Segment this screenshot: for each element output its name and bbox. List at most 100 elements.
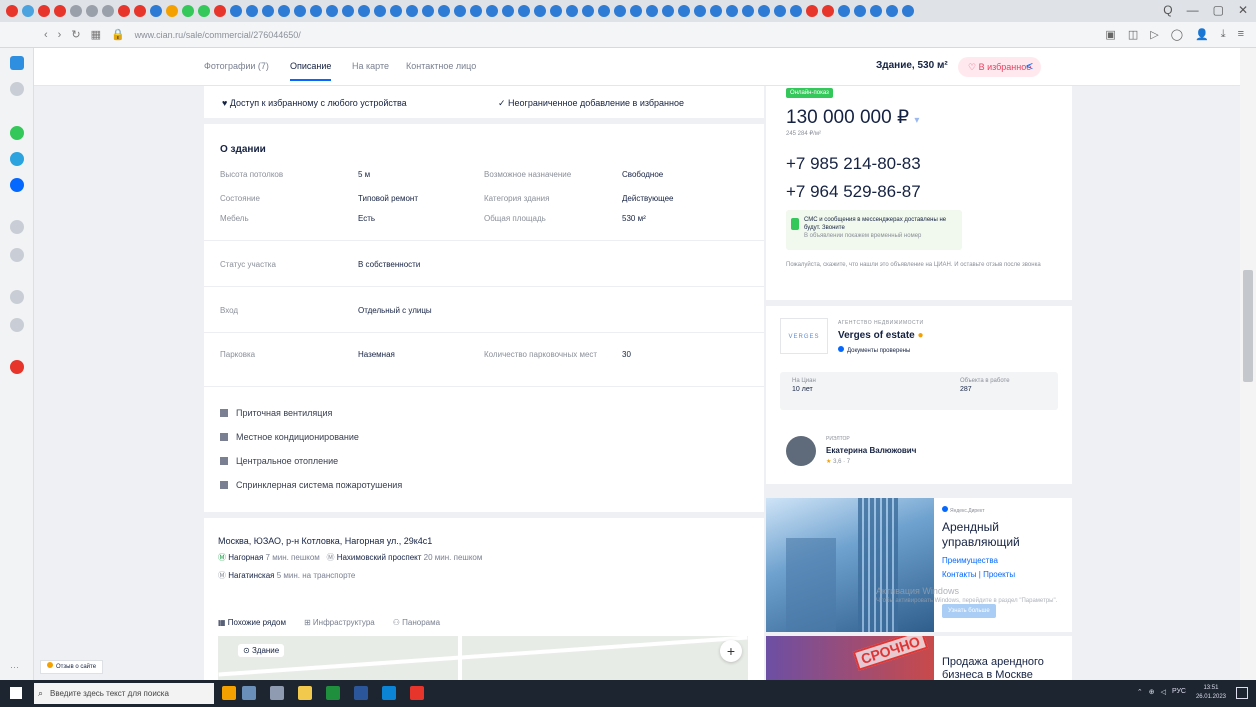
- tab-icon[interactable]: [486, 5, 498, 17]
- search-tabs-icon[interactable]: Q: [1163, 3, 1172, 17]
- tab-icon[interactable]: [150, 5, 162, 17]
- tab-icon[interactable]: [790, 5, 802, 17]
- tab-icon[interactable]: [326, 5, 338, 17]
- forward-icon[interactable]: ›: [58, 29, 62, 41]
- zoom-in-button[interactable]: +: [720, 640, 742, 662]
- taskbar-search[interactable]: ⌕ Введите здесь текст для поиска: [34, 683, 214, 704]
- sidebar-history-icon[interactable]: [10, 290, 24, 304]
- cortana-icon[interactable]: [242, 686, 256, 700]
- chevron-up-icon[interactable]: ⌃: [1137, 688, 1143, 696]
- tab-icon[interactable]: [758, 5, 770, 17]
- menu-icon[interactable]: ≡: [1238, 28, 1244, 41]
- agency-logo[interactable]: VERGES: [780, 318, 828, 354]
- tab-icon[interactable]: [598, 5, 610, 17]
- tab-map[interactable]: На карте: [352, 61, 389, 71]
- snapshot-icon[interactable]: ◫: [1128, 28, 1138, 41]
- download-icon[interactable]: ⤓: [1221, 28, 1226, 41]
- tab-icon[interactable]: [70, 5, 82, 17]
- ad-banner[interactable]: СРОЧНО Продажа арендного бизнеса в Москв…: [766, 636, 1072, 680]
- word-icon[interactable]: [354, 686, 368, 700]
- tab-icon[interactable]: [742, 5, 754, 17]
- weather-icon[interactable]: [222, 686, 236, 700]
- more-icon[interactable]: ···: [10, 662, 19, 672]
- file-explorer-icon[interactable]: [298, 686, 312, 700]
- ad-title[interactable]: Продажа арендного бизнеса в Москве: [942, 656, 1070, 680]
- tab-infrastructure[interactable]: ⊞ Инфраструктура: [304, 618, 375, 627]
- maximize-button[interactable]: ▢: [1213, 3, 1224, 17]
- tab-icon[interactable]: [694, 5, 706, 17]
- phone-2[interactable]: +7 964 529-86-87: [786, 182, 921, 202]
- map-pin[interactable]: ⊙ Здание: [238, 644, 285, 657]
- tab-nearby[interactable]: ▦ Похожие рядом: [218, 618, 286, 627]
- map[interactable]: ⊙ Здание +: [218, 636, 748, 680]
- clock[interactable]: 13:51 26.01.2023: [1196, 684, 1226, 702]
- tab-icon[interactable]: [630, 5, 642, 17]
- language-indicator[interactable]: РУС: [1172, 688, 1186, 696]
- tab-icon[interactable]: [806, 5, 818, 17]
- tab-contact[interactable]: Контактное лицо: [406, 61, 476, 71]
- tab-icon[interactable]: [854, 5, 866, 17]
- tab-icon[interactable]: [374, 5, 386, 17]
- tab-icon[interactable]: [502, 5, 514, 17]
- tab-icon[interactable]: [614, 5, 626, 17]
- sidebar-workspace-icon[interactable]: [10, 56, 24, 70]
- player-icon[interactable]: ▷: [1150, 28, 1158, 41]
- tab-icon[interactable]: [166, 5, 178, 17]
- tab-icon[interactable]: [534, 5, 546, 17]
- sidebar-player-icon[interactable]: [10, 248, 24, 262]
- tab-icon[interactable]: [902, 5, 914, 17]
- tab-icon[interactable]: [470, 5, 482, 17]
- ad-more-button[interactable]: Узнать больше: [942, 604, 996, 618]
- ad-banner[interactable]: Яндекс.Директ Арендный управляющий Преим…: [766, 498, 1072, 632]
- tab-icon[interactable]: [646, 5, 658, 17]
- tab-icon[interactable]: [870, 5, 882, 17]
- url-field[interactable]: www.cian.ru/sale/commercial/276044650/: [135, 30, 301, 40]
- edge-icon[interactable]: [382, 686, 396, 700]
- tab-icon[interactable]: [86, 5, 98, 17]
- tab-icon[interactable]: [406, 5, 418, 17]
- tab-icon[interactable]: [134, 5, 146, 17]
- notifications-icon[interactable]: [1236, 687, 1248, 699]
- tab-icon[interactable]: [214, 5, 226, 17]
- network-icon[interactable]: ⊕: [1149, 688, 1155, 696]
- close-button[interactable]: ✕: [1238, 3, 1248, 17]
- tab-icon[interactable]: [54, 5, 66, 17]
- back-icon[interactable]: ‹: [44, 29, 48, 41]
- excel-icon[interactable]: [326, 686, 340, 700]
- tab-icon[interactable]: [22, 5, 34, 17]
- share-icon[interactable]: <: [1026, 59, 1033, 73]
- realtor-name[interactable]: Екатерина Валюжович: [826, 446, 916, 455]
- tab-icon[interactable]: [278, 5, 290, 17]
- account-icon[interactable]: 👤: [1195, 28, 1209, 41]
- wallet-icon[interactable]: ◯: [1171, 28, 1183, 41]
- ad-link[interactable]: Контакты | Проекты: [942, 570, 1015, 579]
- tab-icon[interactable]: [518, 5, 530, 17]
- minimize-button[interactable]: —: [1187, 3, 1199, 17]
- avatar[interactable]: [786, 436, 816, 466]
- tab-description[interactable]: Описание: [290, 61, 332, 81]
- feedback-button[interactable]: Отзыв о сайте: [40, 660, 104, 674]
- tab-icon[interactable]: [358, 5, 370, 17]
- task-view-icon[interactable]: [270, 686, 284, 700]
- ad-title[interactable]: Арендный управляющий: [942, 520, 1066, 550]
- tab-icon[interactable]: [454, 5, 466, 17]
- extension-icon[interactable]: ▣: [1105, 28, 1115, 41]
- tabs-grid-icon[interactable]: ▦: [91, 28, 101, 41]
- tab-icon[interactable]: [774, 5, 786, 17]
- tab-icon[interactable]: [726, 5, 738, 17]
- tab-icon[interactable]: [390, 5, 402, 17]
- tab-icon[interactable]: [38, 5, 50, 17]
- tab-icon[interactable]: [438, 5, 450, 17]
- sidebar-whatsapp-icon[interactable]: [10, 126, 24, 140]
- reload-icon[interactable]: ↻: [71, 28, 80, 41]
- tab-icon[interactable]: [822, 5, 834, 17]
- tab-icon[interactable]: [118, 5, 130, 17]
- sidebar-telegram-icon[interactable]: [10, 152, 24, 166]
- sidebar-clock-icon[interactable]: [10, 318, 24, 332]
- volume-icon[interactable]: ◁: [1161, 688, 1166, 696]
- tab-icon[interactable]: [422, 5, 434, 17]
- opera-logo-icon[interactable]: [6, 5, 18, 17]
- tab-icon[interactable]: [662, 5, 674, 17]
- sidebar-heart-icon[interactable]: [10, 360, 24, 374]
- sidebar-vk-icon[interactable]: [10, 220, 24, 234]
